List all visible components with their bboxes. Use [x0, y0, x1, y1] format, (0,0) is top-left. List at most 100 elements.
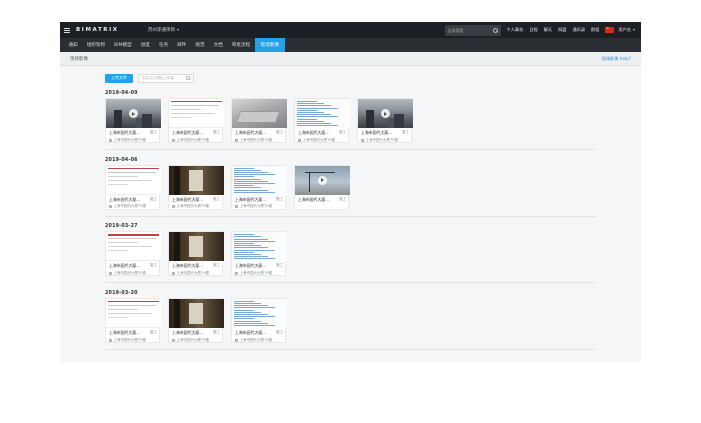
- media-thumbnail[interactable]: [169, 232, 224, 262]
- media-thumbnail[interactable]: [232, 165, 287, 195]
- file-owner: 上海市园代大厦79楼: [302, 137, 335, 142]
- nav-bim[interactable]: BIM模型: [110, 38, 137, 52]
- top-link-groups[interactable]: 群组: [591, 27, 599, 33]
- media-tile[interactable]: 上海市园代大厦... 施工 上海市园代大厦79楼: [105, 231, 161, 277]
- global-search-input[interactable]: [447, 27, 492, 33]
- file-name: 上海市园代大厦...: [172, 196, 203, 202]
- tile-title-row: 上海市园代大厦... 施工: [106, 128, 159, 136]
- user-icon: [172, 205, 175, 209]
- top-link-contacts[interactable]: 通讯录: [572, 27, 585, 33]
- media-tile[interactable]: 上海市园代大厦... 施工 上海市园代大厦79楼: [168, 231, 224, 277]
- play-icon[interactable]: [317, 175, 327, 185]
- nav-notice[interactable]: 通知: [64, 38, 82, 52]
- file-tag: 施工: [213, 263, 220, 268]
- nav-mail[interactable]: 邮件: [173, 38, 191, 52]
- media-thumbnail[interactable]: [295, 99, 350, 128]
- nav-org[interactable]: 组织架构: [82, 38, 109, 52]
- media-tile[interactable]: 上海市园代大厦... 施工 上海市园代大厦79楼: [168, 164, 224, 210]
- file-owner: 上海市园代大厦79楼: [239, 204, 272, 209]
- media-thumbnail[interactable]: [232, 298, 287, 328]
- file-tag: 施工: [213, 329, 220, 334]
- media-thumbnail[interactable]: [232, 232, 287, 262]
- file-name: 上海市园代大厦...: [109, 329, 140, 335]
- media-tile[interactable]: 上海市园代大厦... 施工 上海市园代大厦79楼: [357, 98, 413, 143]
- menu-icon[interactable]: [60, 22, 74, 38]
- media-tile[interactable]: 上海市园代大厦... 施工 上海市园代大厦79楼: [294, 98, 350, 143]
- file-tag: 施工: [150, 329, 157, 334]
- file-search-input[interactable]: [142, 76, 186, 80]
- media-thumbnail[interactable]: [169, 298, 224, 328]
- tile-title-row: 上海市园代大厦... 施工: [106, 261, 159, 269]
- page-title: 现场影像: [70, 56, 88, 62]
- file-name: 上海市园代大厦...: [109, 196, 140, 202]
- file-name: 上海市园代大厦...: [109, 263, 140, 269]
- file-tag: 施工: [213, 130, 220, 134]
- user-icon: [235, 271, 238, 275]
- file-search[interactable]: [138, 73, 194, 83]
- group-date: 2019-03-27: [105, 224, 138, 230]
- media-tile[interactable]: 上海市园代大厦... 施工 上海市园代大厦79楼: [231, 164, 287, 210]
- tile-owner-row: 上海市园代大厦79楼: [358, 136, 411, 143]
- tile-owner-row: 上海市园代大厦79楼: [106, 136, 159, 143]
- file-name: 上海市园代大厦...: [361, 130, 392, 135]
- tile-owner-row: 上海市园代大厦79楼: [106, 269, 159, 276]
- user-menu[interactable]: 用户名: [618, 27, 635, 33]
- nav-tasks[interactable]: 任务: [154, 38, 172, 52]
- media-tile[interactable]: 上海市园代大厦... 施工 上海市园代大厦79楼: [105, 164, 161, 210]
- group-date: 2019-04-06: [105, 157, 138, 163]
- top-link-personal[interactable]: 个人事务: [507, 27, 524, 33]
- media-tile[interactable]: 上海市园代大厦... 施工 上海市园代大厦79楼: [231, 98, 287, 143]
- media-thumbnail[interactable]: [106, 298, 161, 328]
- help-link[interactable]: 现场影像 help?: [602, 56, 631, 62]
- nav-approval[interactable]: 审批流程: [227, 38, 254, 52]
- tile-row: 上海市园代大厦... 施工 上海市园代大厦79楼 上海市园代大厦... 施工 上海市园代大…: [105, 98, 641, 143]
- media-thumbnail[interactable]: [106, 99, 161, 128]
- tile-owner-row: 上海市园代大厦79楼: [232, 136, 285, 143]
- search-icon[interactable]: [492, 27, 498, 33]
- divider: [105, 348, 596, 350]
- media-thumbnail[interactable]: [169, 99, 224, 128]
- search-icon[interactable]: [186, 75, 190, 81]
- nav-progress[interactable]: 进度: [136, 38, 154, 52]
- project-name: 苏州李通项目: [148, 28, 175, 33]
- media-tile[interactable]: 上海市园代大厦... 施工 上海市园代大厦79楼: [168, 98, 224, 143]
- user-icon: [109, 138, 112, 142]
- project-selector[interactable]: 苏州李通项目: [148, 27, 179, 33]
- media-thumbnail[interactable]: [295, 165, 350, 195]
- media-tile[interactable]: 上海市园代大厦... 施工 上海市园代大厦79楼: [168, 297, 224, 343]
- media-thumbnail[interactable]: [232, 99, 287, 128]
- upload-button[interactable]: 上传文件: [105, 73, 133, 83]
- tile-title-row: 上海市园代大厦... 施工: [232, 261, 285, 269]
- top-link-calendar[interactable]: 日程: [529, 27, 537, 33]
- play-icon[interactable]: [128, 109, 138, 118]
- chevron-down-icon: [633, 29, 635, 31]
- date-group: 2019-03-20 上海市园代大厦... 施工 上海市园代大厦79楼 上海市园代大厦.…: [105, 290, 641, 350]
- nav-specs[interactable]: 规范: [191, 38, 209, 52]
- file-tag: 施工: [150, 130, 157, 134]
- tile-title-row: 上海市园代大厦... 施工: [169, 261, 222, 269]
- divider: [105, 149, 596, 150]
- file-name: 上海市园代大厦...: [109, 130, 140, 135]
- media-thumbnail[interactable]: [358, 99, 413, 128]
- file-owner: 上海市园代大厦79楼: [176, 137, 209, 142]
- media-thumbnail[interactable]: [169, 165, 224, 195]
- flag-icon[interactable]: [605, 26, 615, 33]
- tile-title-row: 上海市园代大厦... 施工: [232, 128, 285, 136]
- media-thumbnail[interactable]: [106, 232, 161, 262]
- top-link-drive[interactable]: 网盘: [558, 27, 566, 33]
- tile-title-row: 上海市园代大厦... 施工: [169, 195, 222, 203]
- top-link-chat[interactable]: 聊天: [544, 27, 552, 33]
- nav-docs[interactable]: 文档: [209, 38, 227, 52]
- global-search[interactable]: [444, 24, 501, 36]
- media-tile[interactable]: 上海市园代大厦... 施工上海市园代大厦79楼: [105, 98, 161, 143]
- breadcrumb: 现场影像 现场影像 help?: [60, 52, 641, 66]
- media-tile[interactable]: 上海市园代大厦... 施工 上海市园代大厦79楼: [231, 297, 287, 343]
- nav-site-images[interactable]: 现场影像: [254, 38, 286, 52]
- media-tile[interactable]: 上海市园代大厦... 施工 上海市园代大厦79楼: [231, 231, 287, 277]
- media-tile[interactable]: 上海市园代大厦... 施工: [294, 164, 350, 210]
- file-name: 上海市园代大厦...: [172, 329, 203, 335]
- file-owner: 上海市园代大厦79楼: [176, 337, 209, 342]
- media-tile[interactable]: 上海市园代大厦... 施工 上海市园代大厦79楼: [105, 297, 161, 343]
- play-icon[interactable]: [380, 109, 390, 118]
- media-thumbnail[interactable]: [106, 165, 161, 195]
